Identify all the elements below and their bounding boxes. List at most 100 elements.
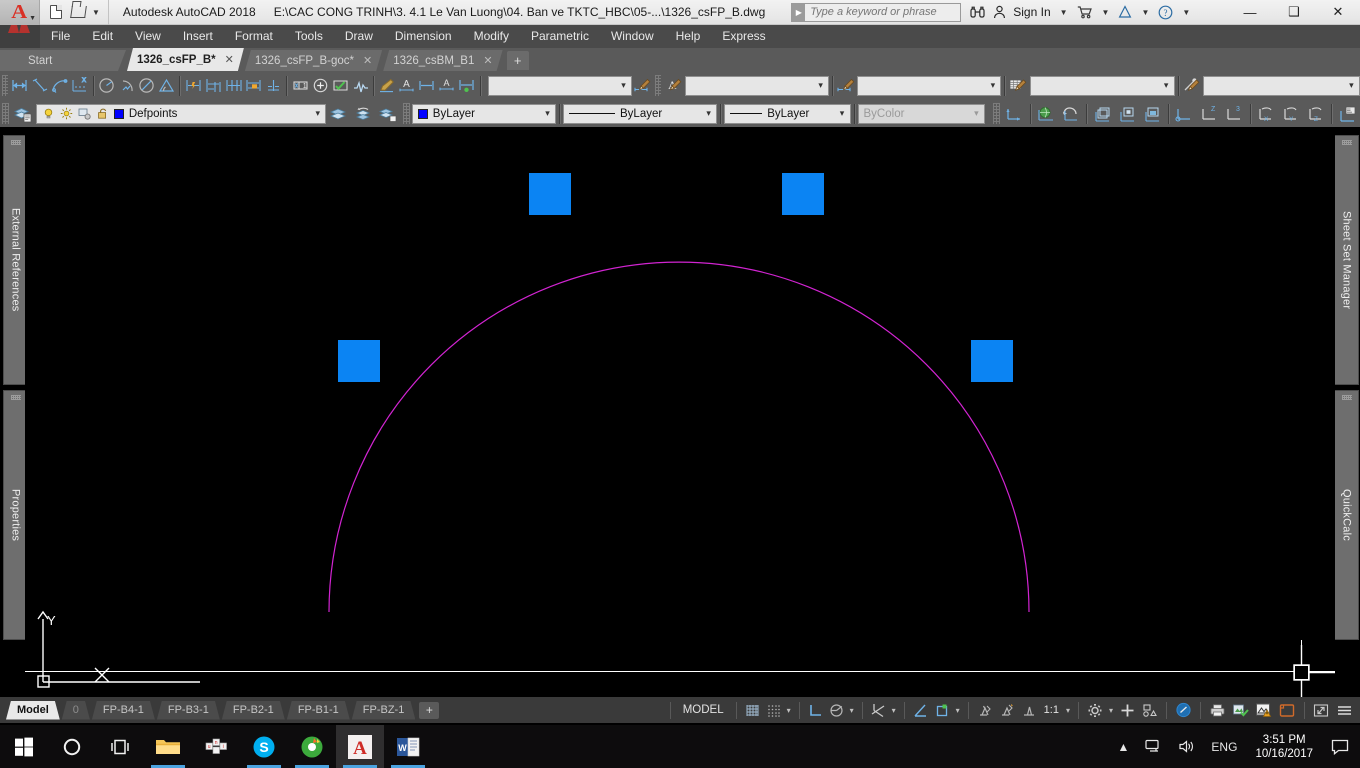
table-style-icon[interactable] xyxy=(1008,73,1030,98)
ucs-previous-icon[interactable] xyxy=(1059,101,1084,126)
chevron-down-icon[interactable]: ▾ xyxy=(1106,706,1116,715)
shopping-cart-icon[interactable] xyxy=(1077,5,1093,19)
ucs-x-rotate-icon[interactable]: X xyxy=(1254,101,1279,126)
layer-make-current-icon[interactable] xyxy=(326,101,351,126)
dimension-text-edit-2-icon[interactable]: A xyxy=(437,73,457,98)
layout-tab-fp-b1-1[interactable]: FP-B1-1 xyxy=(287,701,350,720)
menu-express[interactable]: Express xyxy=(711,25,776,48)
continue-dimension-icon[interactable] xyxy=(223,73,243,98)
chevron-down-icon[interactable]: ▾ xyxy=(1344,80,1359,91)
search-arrow-icon[interactable]: ▶ xyxy=(792,3,806,21)
dimension-text-edit-icon[interactable]: A xyxy=(397,73,417,98)
aligned-dimension-icon[interactable] xyxy=(30,73,50,98)
ucs-view-icon[interactable] xyxy=(1140,101,1165,126)
language-indicator[interactable]: ENG xyxy=(1204,740,1244,754)
chevron-down-icon[interactable]: ▾ xyxy=(1063,706,1073,715)
chevron-down-icon[interactable]: ▾ xyxy=(847,706,857,715)
inspect-icon[interactable] xyxy=(330,73,350,98)
new-document-icon[interactable] xyxy=(46,2,66,22)
chevron-down-icon[interactable]: ▼ xyxy=(1058,8,1070,17)
new-file-tab-button[interactable]: + xyxy=(506,51,529,70)
taskbar-clock[interactable]: 3:51 PM 10/16/2017 xyxy=(1246,733,1322,761)
ucs-z-rotate-icon[interactable]: Z xyxy=(1303,101,1328,126)
tolerance-icon[interactable]: 1 xyxy=(290,73,310,98)
multileader-style-combo[interactable]: ▾ xyxy=(1203,75,1360,96)
ucs-face-icon[interactable] xyxy=(1090,101,1115,126)
user-account-icon[interactable] xyxy=(993,5,1006,19)
object-snap-icon[interactable] xyxy=(868,699,889,721)
grip-mid-left[interactable] xyxy=(338,340,380,382)
grip-top-left[interactable] xyxy=(529,173,571,215)
layer-control-combo[interactable]: Defpoints ▾ xyxy=(35,103,327,124)
lineweight-control-combo[interactable]: ByLayer ▾ xyxy=(724,103,851,124)
ucs-3point-icon[interactable]: 3 xyxy=(1222,101,1247,126)
world-ucs-icon[interactable] xyxy=(1034,101,1059,126)
fullscreen-icon[interactable] xyxy=(1310,699,1333,721)
restore-icon[interactable]: ❑ xyxy=(1272,0,1316,25)
dimension-style-combo[interactable]: ▾ xyxy=(487,75,633,96)
file-tab-start[interactable]: Start xyxy=(0,50,126,71)
close-icon[interactable]: ✕ xyxy=(483,54,492,67)
quickcalc-panel[interactable]: QuickCalc xyxy=(1334,390,1359,640)
panel-grip[interactable] xyxy=(1342,140,1352,145)
skype-icon[interactable]: S xyxy=(240,725,288,768)
ortho-mode-icon[interactable] xyxy=(805,699,826,721)
menu-edit[interactable]: Edit xyxy=(81,25,124,48)
windows-start-icon[interactable] xyxy=(0,725,48,768)
layout-tab-0[interactable]: 0 xyxy=(62,701,90,720)
ucs-object-icon[interactable] xyxy=(1115,101,1140,126)
layer-match-icon[interactable] xyxy=(376,101,401,126)
menu-draw[interactable]: Draw xyxy=(334,25,384,48)
menu-modify[interactable]: Modify xyxy=(463,25,520,48)
chevron-down-icon[interactable]: ▾ xyxy=(784,706,794,715)
toolbar-grip[interactable] xyxy=(2,103,9,124)
search-box[interactable]: ▶ xyxy=(791,2,962,22)
linetype-control-combo[interactable]: ByLayer ▾ xyxy=(563,103,718,124)
layout-tab-fp-b2-1[interactable]: FP-B2-1 xyxy=(222,701,285,720)
chevron-down-icon[interactable]: ▾ xyxy=(1159,80,1174,91)
layout-tab-model[interactable]: Model xyxy=(6,701,60,720)
ucs-z-axis-vector-icon[interactable]: Z xyxy=(1197,101,1222,126)
network-icon[interactable] xyxy=(1138,739,1169,754)
menu-format[interactable]: Format xyxy=(224,25,284,48)
menu-tools[interactable]: Tools xyxy=(284,25,334,48)
dimension-edit-icon[interactable] xyxy=(377,73,397,98)
arc-length-dimension-icon[interactable] xyxy=(50,73,70,98)
radius-dimension-icon[interactable] xyxy=(96,73,116,98)
jogged-dimension-icon[interactable] xyxy=(116,73,136,98)
customization-plus-icon[interactable] xyxy=(1116,699,1139,721)
help-question-icon[interactable]: ? xyxy=(1158,5,1173,20)
dimension-style-manager-icon[interactable] xyxy=(632,73,653,98)
sun-freeze-icon[interactable] xyxy=(60,107,73,120)
menu-dimension[interactable]: Dimension xyxy=(384,25,463,48)
annotation-scale-sync-icon[interactable] xyxy=(1018,699,1040,721)
ucs-origin-icon[interactable] xyxy=(1172,101,1197,126)
drawing-canvas[interactable]: Y xyxy=(25,127,1335,697)
text-style-icon[interactable]: A xyxy=(663,73,685,98)
annotation-scale-value[interactable]: 1:1 xyxy=(1040,699,1063,721)
dimension-break-icon[interactable] xyxy=(263,73,283,98)
multileader-style-icon[interactable] xyxy=(1181,73,1203,98)
ucs-y-rotate-icon[interactable]: Y xyxy=(1278,101,1303,126)
chevron-down-icon[interactable]: ▾ xyxy=(540,108,555,119)
quick-dimension-icon[interactable] xyxy=(183,73,203,98)
chevron-down-icon[interactable]: ▾ xyxy=(813,80,828,91)
menu-help[interactable]: Help xyxy=(665,25,712,48)
sign-in-label[interactable]: Sign In xyxy=(1013,5,1050,19)
toolbar-grip[interactable] xyxy=(2,75,8,96)
grid-display-icon[interactable] xyxy=(742,699,763,721)
plot-printer-icon[interactable] xyxy=(1206,699,1229,721)
menu-file[interactable]: File xyxy=(40,25,81,48)
object-snap-tracking-icon[interactable] xyxy=(910,699,931,721)
green-app-icon[interactable] xyxy=(288,725,336,768)
action-center-icon[interactable] xyxy=(1324,739,1356,755)
model-paper-toggle[interactable]: MODEL xyxy=(676,699,731,721)
cortana-circle-icon[interactable] xyxy=(48,725,96,768)
plot-error-icon[interactable] xyxy=(1252,699,1276,721)
chevron-down-icon[interactable]: ▼ xyxy=(1100,8,1112,17)
isolate-objects-icon[interactable] xyxy=(1139,699,1161,721)
center-mark-icon[interactable] xyxy=(310,73,330,98)
toolbar-grip[interactable] xyxy=(402,103,410,124)
menu-view[interactable]: View xyxy=(124,25,172,48)
chevron-up-icon[interactable]: ▲ xyxy=(1111,740,1137,754)
